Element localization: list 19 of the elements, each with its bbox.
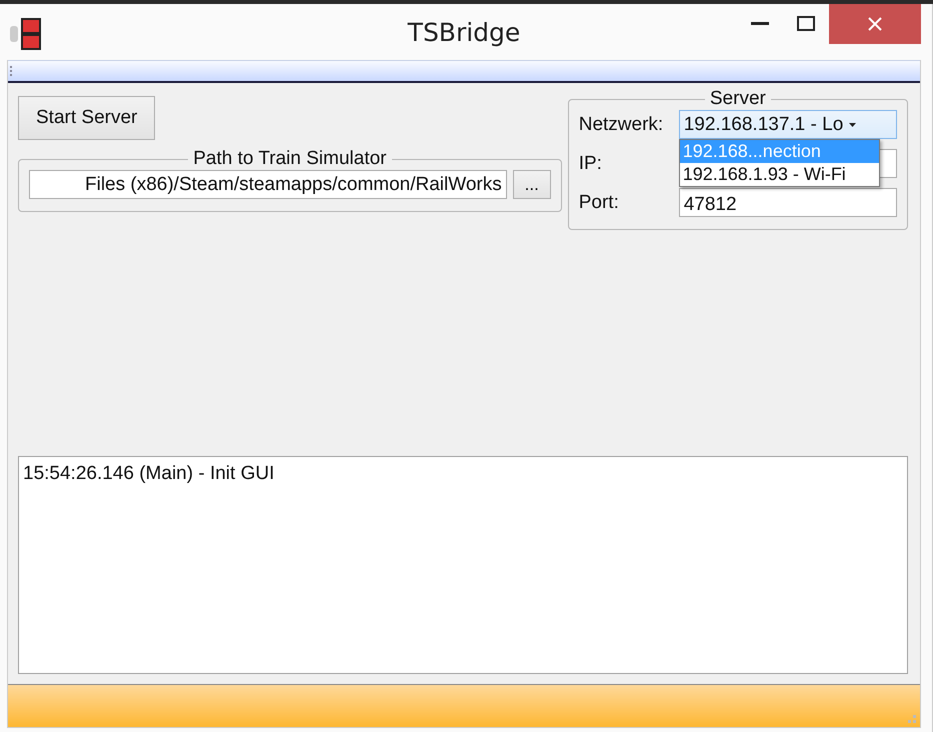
port-label: Port: — [578, 192, 620, 214]
caret-icon — [849, 122, 856, 126]
group-title: Server — [708, 88, 767, 110]
network-label: Netzwerk: — [578, 114, 664, 136]
log-line: 15:54:26.146 (Main) - Init GUI — [23, 463, 276, 485]
browse-button[interactable]: ... — [512, 170, 551, 199]
window-title: TSBridge — [408, 18, 520, 47]
close-icon — [868, 17, 882, 31]
resize-grip-icon[interactable] — [908, 715, 916, 723]
network-dropdown[interactable]: 192.168.137.1 - Lo — [678, 110, 897, 139]
maximize-icon — [797, 16, 815, 32]
app-icon — [10, 18, 44, 50]
port-field[interactable]: 47812 — [678, 188, 897, 217]
path-field[interactable]: Files (x86)/Steam/steamapps/common/RailWorks — [29, 170, 507, 199]
start-server-button[interactable]: Start Server — [18, 96, 156, 140]
ip-label: IP: — [578, 152, 603, 174]
group-title: Path to Train Simulator — [192, 148, 388, 170]
minimize-icon — [751, 22, 769, 26]
dropdown-option[interactable]: 192.168.1.93 - Wi-Fi — [680, 163, 879, 186]
